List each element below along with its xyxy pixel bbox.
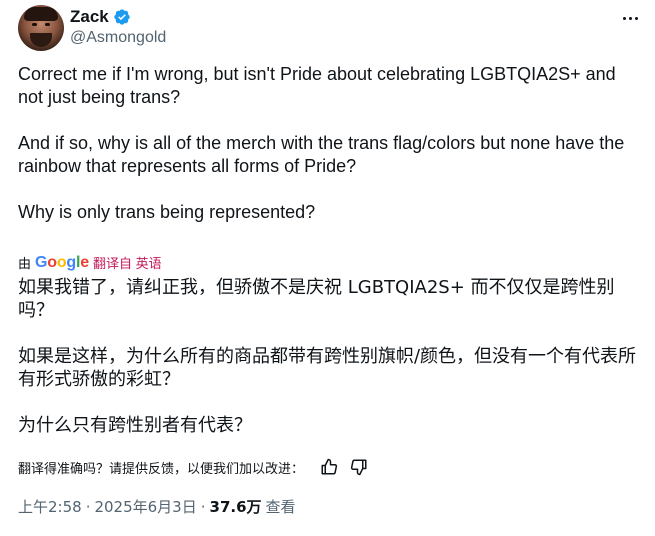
tweet-meta: 上午2:58 · 2025年6月3日 · 37.6万 查看 xyxy=(18,496,296,517)
more-icon[interactable] xyxy=(619,9,641,27)
views-count: 37.6万 xyxy=(209,498,262,516)
feedback-prompt: 翻译得准确吗？请提供反馈，以便我们加以改进： xyxy=(18,461,305,477)
author-name-row[interactable]: Zack xyxy=(70,7,131,27)
translated-from-link[interactable]: 翻译自 英语 xyxy=(93,253,162,272)
translated-by-prefix: 由 xyxy=(18,256,32,271)
google-logo: Google xyxy=(35,253,89,271)
meta-separator: · xyxy=(200,497,206,516)
meta-separator: · xyxy=(85,497,91,516)
translated-paragraph: 如果我错了，请纠正我，但骄傲不是庆祝 LGBTQIA2S+ 而不仅仅是跨性别吗？ xyxy=(18,277,615,321)
translated-paragraph: 为什么只有跨性别者有代表？ xyxy=(18,415,252,436)
views-label: 查看 xyxy=(265,498,296,516)
tweet-text: Correct me if I'm wrong, but isn't Pride… xyxy=(18,63,643,224)
thumbs-down-icon[interactable] xyxy=(348,456,370,478)
tweet-date[interactable]: 2025年6月3日 xyxy=(94,496,196,517)
translation-feedback: 翻译得准确吗？请提供反馈，以便我们加以改进： xyxy=(18,456,370,478)
translated-text: 如果我错了，请纠正我，但骄傲不是庆祝 LGBTQIA2S+ 而不仅仅是跨性别吗？… xyxy=(18,276,643,437)
display-name[interactable]: Zack xyxy=(70,7,109,27)
tweet-paragraph: Why is only trans being represented? xyxy=(18,202,316,222)
thumbs-up-icon[interactable] xyxy=(318,456,340,478)
tweet-header: Zack @Asmongold xyxy=(18,5,641,51)
verified-badge-icon xyxy=(114,9,130,25)
avatar[interactable] xyxy=(18,5,64,51)
translated-by-google: 由 Google 翻译自 英语 xyxy=(18,253,162,272)
handle[interactable]: @Asmongold xyxy=(70,29,166,47)
tweet-time[interactable]: 上午2:58 xyxy=(18,496,82,517)
tweet-paragraph: And if so, why is all of the merch with … xyxy=(18,133,625,176)
translated-paragraph: 如果是这样，为什么所有的商品都带有跨性别旗帜/颜色，但没有一个有代表所有形式骄傲… xyxy=(18,346,637,390)
tweet-paragraph: Correct me if I'm wrong, but isn't Pride… xyxy=(18,64,616,107)
